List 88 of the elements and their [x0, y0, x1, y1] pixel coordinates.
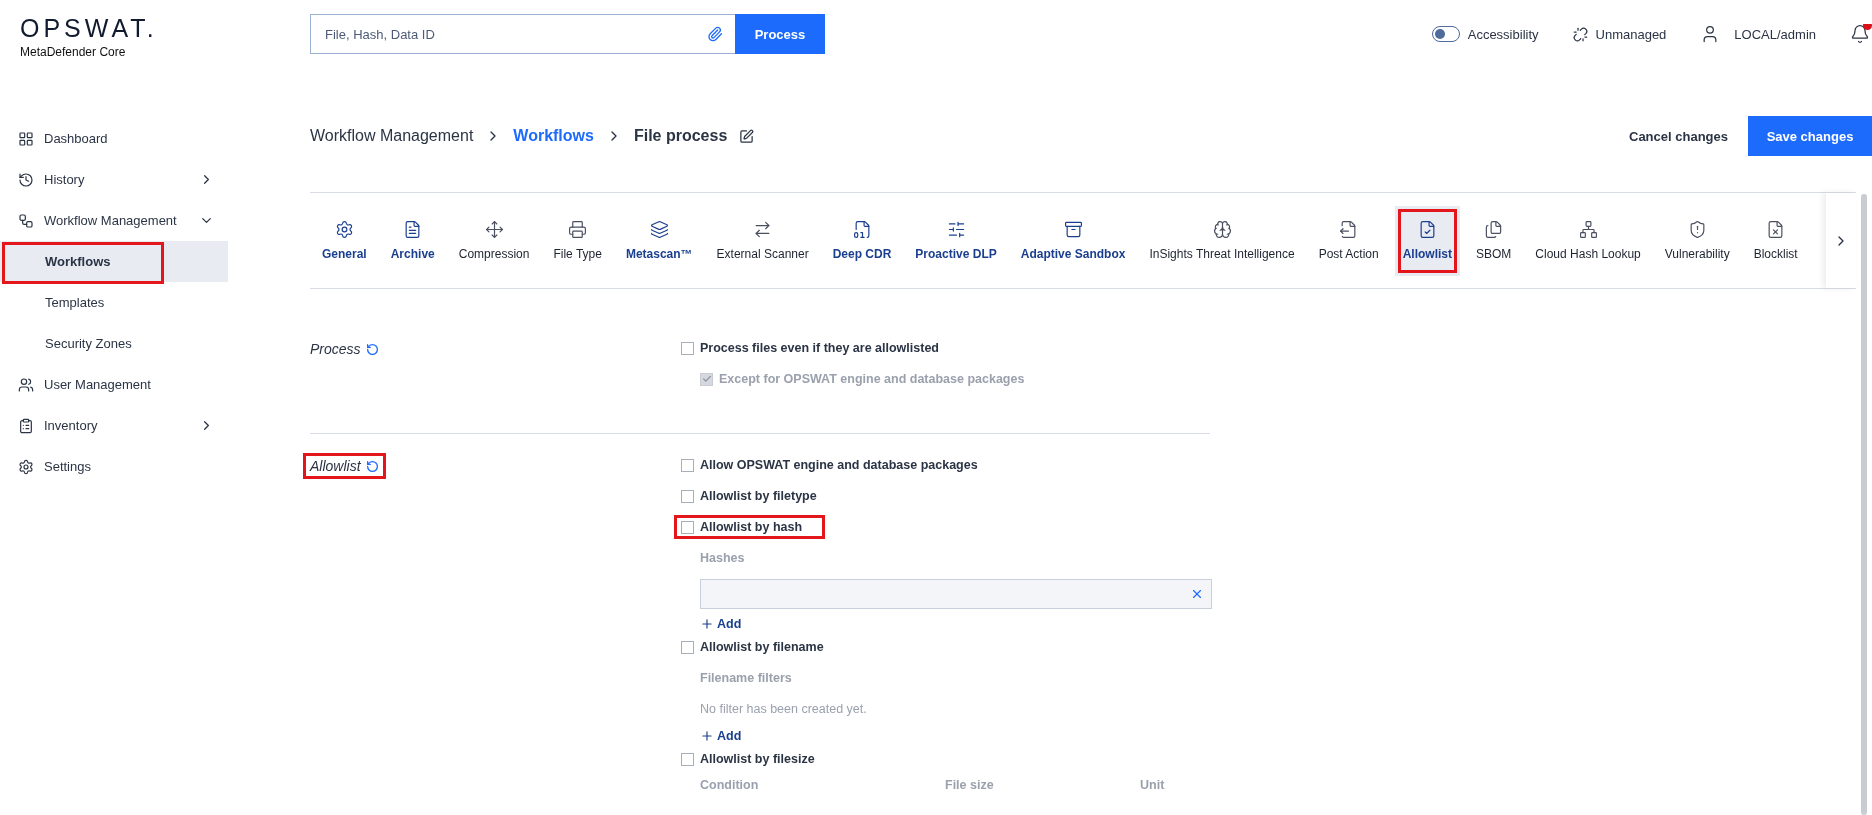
field-label: Hashes [700, 550, 746, 567]
close-icon [1190, 587, 1204, 601]
checkbox[interactable] [681, 341, 694, 355]
sidebar-subitem[interactable]: Workflows [0, 241, 228, 282]
sidebar-item[interactable]: Workflow Management [0, 200, 228, 241]
users-icon [18, 376, 34, 393]
history-icon[interactable] [365, 342, 379, 356]
sidebar-subitem[interactable]: Security Zones [0, 323, 228, 364]
grid-icon [18, 130, 34, 147]
sliders-icon [946, 220, 966, 239]
column-header: Unit [1140, 778, 1166, 792]
archive-box-icon [1063, 220, 1083, 239]
module-tab[interactable]: Adaptive Sandbox [1012, 205, 1134, 276]
module-tab[interactable]: SBOM [1468, 205, 1520, 276]
breadcrumb-item[interactable]: File process [633, 127, 728, 145]
section-title: Process [303, 336, 386, 362]
product-name: MetaDefender Core [20, 44, 126, 59]
sidebar-item[interactable]: History [0, 159, 228, 200]
layers-icon [649, 220, 669, 239]
column-header: Condition [700, 778, 760, 792]
plus-icon [700, 729, 714, 743]
module-tab[interactable]: Vulnerability [1656, 205, 1738, 276]
module-tab[interactable]: Allowlist [1394, 205, 1460, 276]
breadcrumb-item[interactable]: Workflow Management [310, 127, 474, 145]
field-label: Filename filters [700, 670, 793, 687]
sidebar-item[interactable]: Settings [0, 446, 228, 487]
checkbox-option[interactable]: Allowlist by filename [674, 635, 847, 659]
module-tab[interactable]: Blocklist [1745, 205, 1806, 276]
add-link[interactable]: Add [700, 614, 742, 634]
unmanaged-status: Unmanaged [1595, 26, 1667, 42]
module-tab[interactable]: Deep CDR [824, 205, 900, 276]
search-field[interactable]: File, Hash, Data ID [310, 14, 735, 54]
module-tab[interactable]: Archive [382, 205, 443, 276]
user-name[interactable]: LOCAL/admin [1734, 26, 1816, 42]
module-tab[interactable]: General [314, 205, 375, 276]
hashes-input-field[interactable] [700, 579, 1212, 609]
checkbox-option[interactable]: Allowlist by filetype [674, 484, 840, 508]
history-icon [18, 171, 34, 188]
cancel-changes-button[interactable]: Cancel changes [1629, 128, 1728, 144]
gear-icon [334, 220, 354, 239]
sidebar-subitem[interactable]: Templates [0, 282, 228, 323]
column-header: File size [945, 778, 995, 792]
checkbox[interactable] [681, 489, 694, 503]
scrollbar[interactable] [1861, 194, 1867, 815]
breadcrumb-item[interactable]: Workflows [513, 127, 594, 145]
compress-icon [484, 220, 504, 239]
checkbox-option[interactable]: Allowlist by hash [674, 515, 826, 539]
paperclip-icon[interactable] [707, 26, 723, 42]
edit-icon[interactable] [739, 128, 755, 144]
settings-icon [18, 458, 34, 475]
brain-icon [1212, 220, 1232, 239]
logo: OPSWAT. [20, 15, 158, 41]
checkbox-option[interactable]: Allowlist by filesize [674, 747, 838, 771]
clear-button[interactable] [1190, 587, 1204, 601]
network-icon [1578, 220, 1598, 239]
section-title: Allowlist [303, 453, 386, 479]
checkbox[interactable] [681, 640, 694, 654]
checkbox[interactable] [681, 752, 694, 766]
module-tab[interactable]: External Scanner [708, 205, 817, 276]
accessibility-label: Accessibility [1467, 26, 1539, 42]
module-tab[interactable]: Metascan™ [617, 205, 701, 276]
add-link[interactable]: Add [700, 726, 742, 746]
printer-icon [568, 220, 588, 239]
files-icon [1484, 220, 1504, 239]
checkbox[interactable] [681, 458, 694, 472]
checkbox[interactable] [681, 520, 694, 534]
notifications-button[interactable] [1850, 24, 1870, 44]
sidebar-item[interactable]: Dashboard [0, 118, 228, 159]
module-tab[interactable]: Compression [450, 205, 538, 276]
module-tab[interactable]: Cloud Hash Lookup [1527, 205, 1649, 276]
clipboard-icon [18, 417, 34, 434]
accessibility-toggle[interactable] [1431, 26, 1460, 42]
empty-message: No filter has been created yet. [700, 701, 868, 718]
process-button[interactable]: Process [735, 14, 825, 54]
workflow-icon [18, 212, 34, 229]
sidebar-item[interactable]: User Management [0, 364, 228, 405]
broken-link-icon [1572, 26, 1588, 42]
plus-icon [700, 617, 714, 631]
file-grid-icon [852, 220, 872, 239]
module-tab[interactable]: InSights Threat Intelligence [1141, 205, 1303, 276]
sidebar-item[interactable]: Inventory [0, 405, 228, 446]
module-tab[interactable]: Post Action [1310, 205, 1387, 276]
save-changes-button[interactable]: Save changes [1748, 116, 1872, 156]
checkbox-option[interactable]: Process files even if they are allowlisted [674, 336, 962, 360]
module-tab[interactable]: File Type [545, 205, 610, 276]
checkbox-option[interactable]: Allow OPSWAT engine and database packages [674, 453, 1001, 477]
history-icon[interactable] [365, 459, 379, 473]
module-tab[interactable]: Proactive DLP [907, 205, 1005, 276]
